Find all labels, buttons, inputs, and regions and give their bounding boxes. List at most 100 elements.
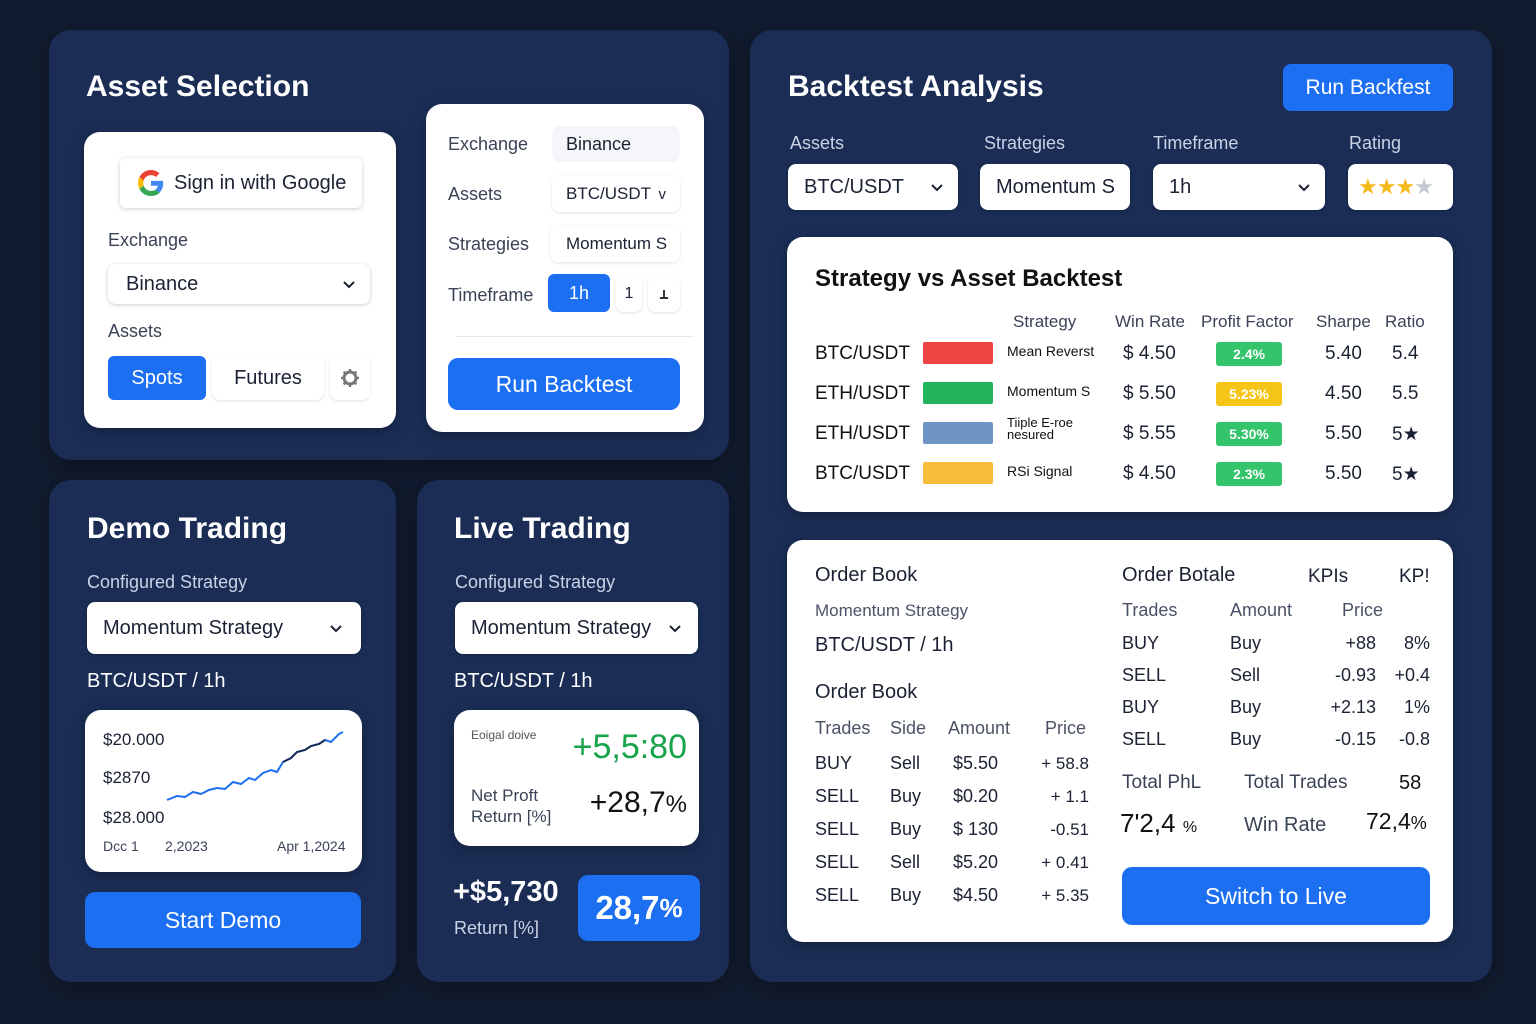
demo-price-polyline: [166, 731, 344, 801]
obr-row-amount: Buy: [1230, 729, 1262, 749]
strategy-table-card: Strategy vs Asset Backtest Strategy Win …: [787, 237, 1453, 512]
run-backfest-button[interactable]: Run Backfest: [1283, 64, 1453, 111]
live-return-label: Return [%]: [471, 807, 552, 826]
live-total-return-label: Return [%]: [454, 918, 540, 938]
ob-row-side: Buy: [890, 819, 922, 839]
star-icon[interactable]: ★: [1358, 174, 1378, 199]
futures-button[interactable]: Futures: [212, 356, 324, 400]
ob-header-trades: Trades: [815, 718, 871, 738]
filter-assets-select[interactable]: BTC/USDT: [788, 164, 958, 210]
obr-row-price: +2.13: [1330, 697, 1376, 717]
live-small-label: Eoiɡal doive: [471, 728, 537, 742]
total-trades-value: 58: [1399, 772, 1422, 794]
config-exchange-value[interactable]: Binance: [552, 126, 680, 162]
futures-label: Futures: [234, 366, 302, 389]
pnl-unit: %: [1182, 819, 1198, 836]
win-rate-number: 72,4: [1366, 808, 1411, 834]
win-rate-label: Win Rate: [1244, 814, 1327, 836]
ob-row-trade: SELL: [815, 786, 860, 806]
ob-row-amount: $5.20: [953, 852, 999, 872]
filter-assets-value: BTC/USDT: [804, 175, 904, 198]
spots-button[interactable]: Spots: [108, 356, 206, 400]
demo-trading-title: Demo Trading: [87, 512, 288, 545]
backtest-title: Backtest Analysis: [788, 70, 1044, 103]
order-book-strategy: Momentum Strategy: [815, 601, 969, 620]
obr-header-amount: Amount: [1230, 600, 1293, 620]
demo-chart-card: $20.000 $2870 $28.000 Dcc 1 2,2023 Apr 1…: [85, 710, 362, 872]
row-sharpe: 5.40: [1325, 343, 1362, 364]
start-demo-button[interactable]: Start Demo: [85, 892, 361, 948]
row-ratio: 5★: [1392, 424, 1420, 445]
row-strategy: Momentum S: [1007, 383, 1091, 399]
chart-x-label-1: Dcc 1: [103, 838, 139, 854]
obr-row-trade: SELL: [1122, 729, 1167, 749]
timeframe-add-button[interactable]: [648, 276, 680, 312]
star-icon[interactable]: ★: [1414, 174, 1434, 199]
config-strategies-text: Momentum S: [566, 234, 668, 253]
run-backtest-button[interactable]: Run Backtest: [448, 358, 680, 410]
chevron-down-icon: [669, 625, 681, 633]
ob-header-side: Side: [890, 718, 927, 738]
config-strategies-select[interactable]: Momentum S: [550, 226, 680, 262]
demo-strategy-select[interactable]: Momentum Strategy: [87, 602, 361, 654]
filter-timeframe-select[interactable]: 1h: [1153, 164, 1325, 210]
win-rate-unit: %: [1410, 813, 1427, 833]
obr-row-trade: BUY: [1122, 633, 1160, 653]
config-exchange-text: Binance: [566, 133, 632, 154]
row-win-rate: $ 4.50: [1123, 343, 1176, 364]
obr-row-amount: Buy: [1230, 697, 1262, 717]
ob-row-amount: $4.50: [953, 885, 999, 905]
config-assets-select[interactable]: BTC/USDT v: [552, 176, 680, 212]
ob-right-kpis2: KP!: [1399, 566, 1430, 587]
pnl-value: 7'2,4 %: [1120, 808, 1197, 839]
exchange-select[interactable]: Binance: [108, 264, 370, 304]
live-big-value: +5,5:80: [572, 728, 687, 766]
settings-button[interactable]: [330, 356, 370, 400]
row-sharpe: 4.50: [1325, 383, 1362, 404]
google-signin-button[interactable]: Sign in with Google: [120, 158, 362, 208]
timeframe-step-button[interactable]: 1: [616, 276, 642, 312]
ob-row-amount: $5.50: [953, 753, 999, 773]
obr-row-price: -0.93: [1334, 665, 1376, 685]
timeframe-step-text: 1: [624, 285, 634, 302]
obr-row-pct: 1%: [1403, 697, 1430, 717]
live-strategy-value: Momentum Strategy: [471, 616, 652, 639]
timeframe-1h-button[interactable]: 1h: [548, 274, 610, 312]
obr-row-pct: 8%: [1403, 633, 1430, 653]
backtest-config-card: Exchange Binance Assets BTC/USDT v Strat…: [426, 104, 704, 432]
filter-rating-label: Rating: [1349, 133, 1402, 153]
row-win-rate: $ 5.50: [1123, 383, 1176, 404]
row-strategy: Mean Reverst: [1007, 343, 1095, 359]
live-strategy-select[interactable]: Momentum Strategy: [455, 602, 698, 654]
filter-strategies-label: Strategies: [984, 133, 1066, 153]
obr-row-amount: Buy: [1230, 633, 1262, 653]
star-icon[interactable]: ★: [1395, 174, 1415, 199]
filter-strategies-select[interactable]: Momentum S: [980, 164, 1130, 210]
row-profit-badge: 2.4%: [1216, 342, 1282, 366]
row-win-rate: $ 4.50: [1123, 463, 1176, 484]
config-assets-chevron: v: [658, 185, 667, 203]
header-ratio: Ratio: [1385, 312, 1425, 331]
demo-configured-label: Configured Strategy: [87, 572, 248, 592]
row-win-rate: $ 5.55: [1123, 423, 1176, 444]
chevron-down-icon: [1298, 184, 1310, 192]
pnl-number: 7'2,4: [1120, 808, 1176, 838]
google-icon: [138, 170, 164, 196]
filter-rating-select[interactable]: ★★★★: [1348, 164, 1453, 210]
demo-trading-panel: Demo Trading Configured Strategy Momentu…: [49, 480, 396, 982]
switch-to-live-button[interactable]: Switch to Live: [1122, 867, 1430, 925]
star-icon[interactable]: ★: [1377, 174, 1397, 199]
obr-header-trades: Trades: [1122, 600, 1178, 620]
ob-right-title: Order Botale: [1122, 564, 1236, 586]
strategy-table-title: Strategy vs Asset Backtest: [815, 265, 1123, 292]
live-net-profit-label: Net Proft: [471, 786, 539, 805]
upload-icon: [660, 290, 668, 299]
obr-row-pct: -0.8: [1398, 729, 1430, 749]
ob-row-side: Sell: [890, 753, 921, 773]
live-return-number: 28,7: [595, 889, 660, 926]
ob-row-trade: SELL: [815, 885, 860, 905]
filter-assets-label: Assets: [790, 133, 845, 153]
row-profit-badge: 2.3%: [1216, 462, 1282, 486]
asset-selection-panel: Asset Selection Sign in with Google Exch…: [49, 30, 729, 460]
ob-row-trade: SELL: [815, 819, 860, 839]
